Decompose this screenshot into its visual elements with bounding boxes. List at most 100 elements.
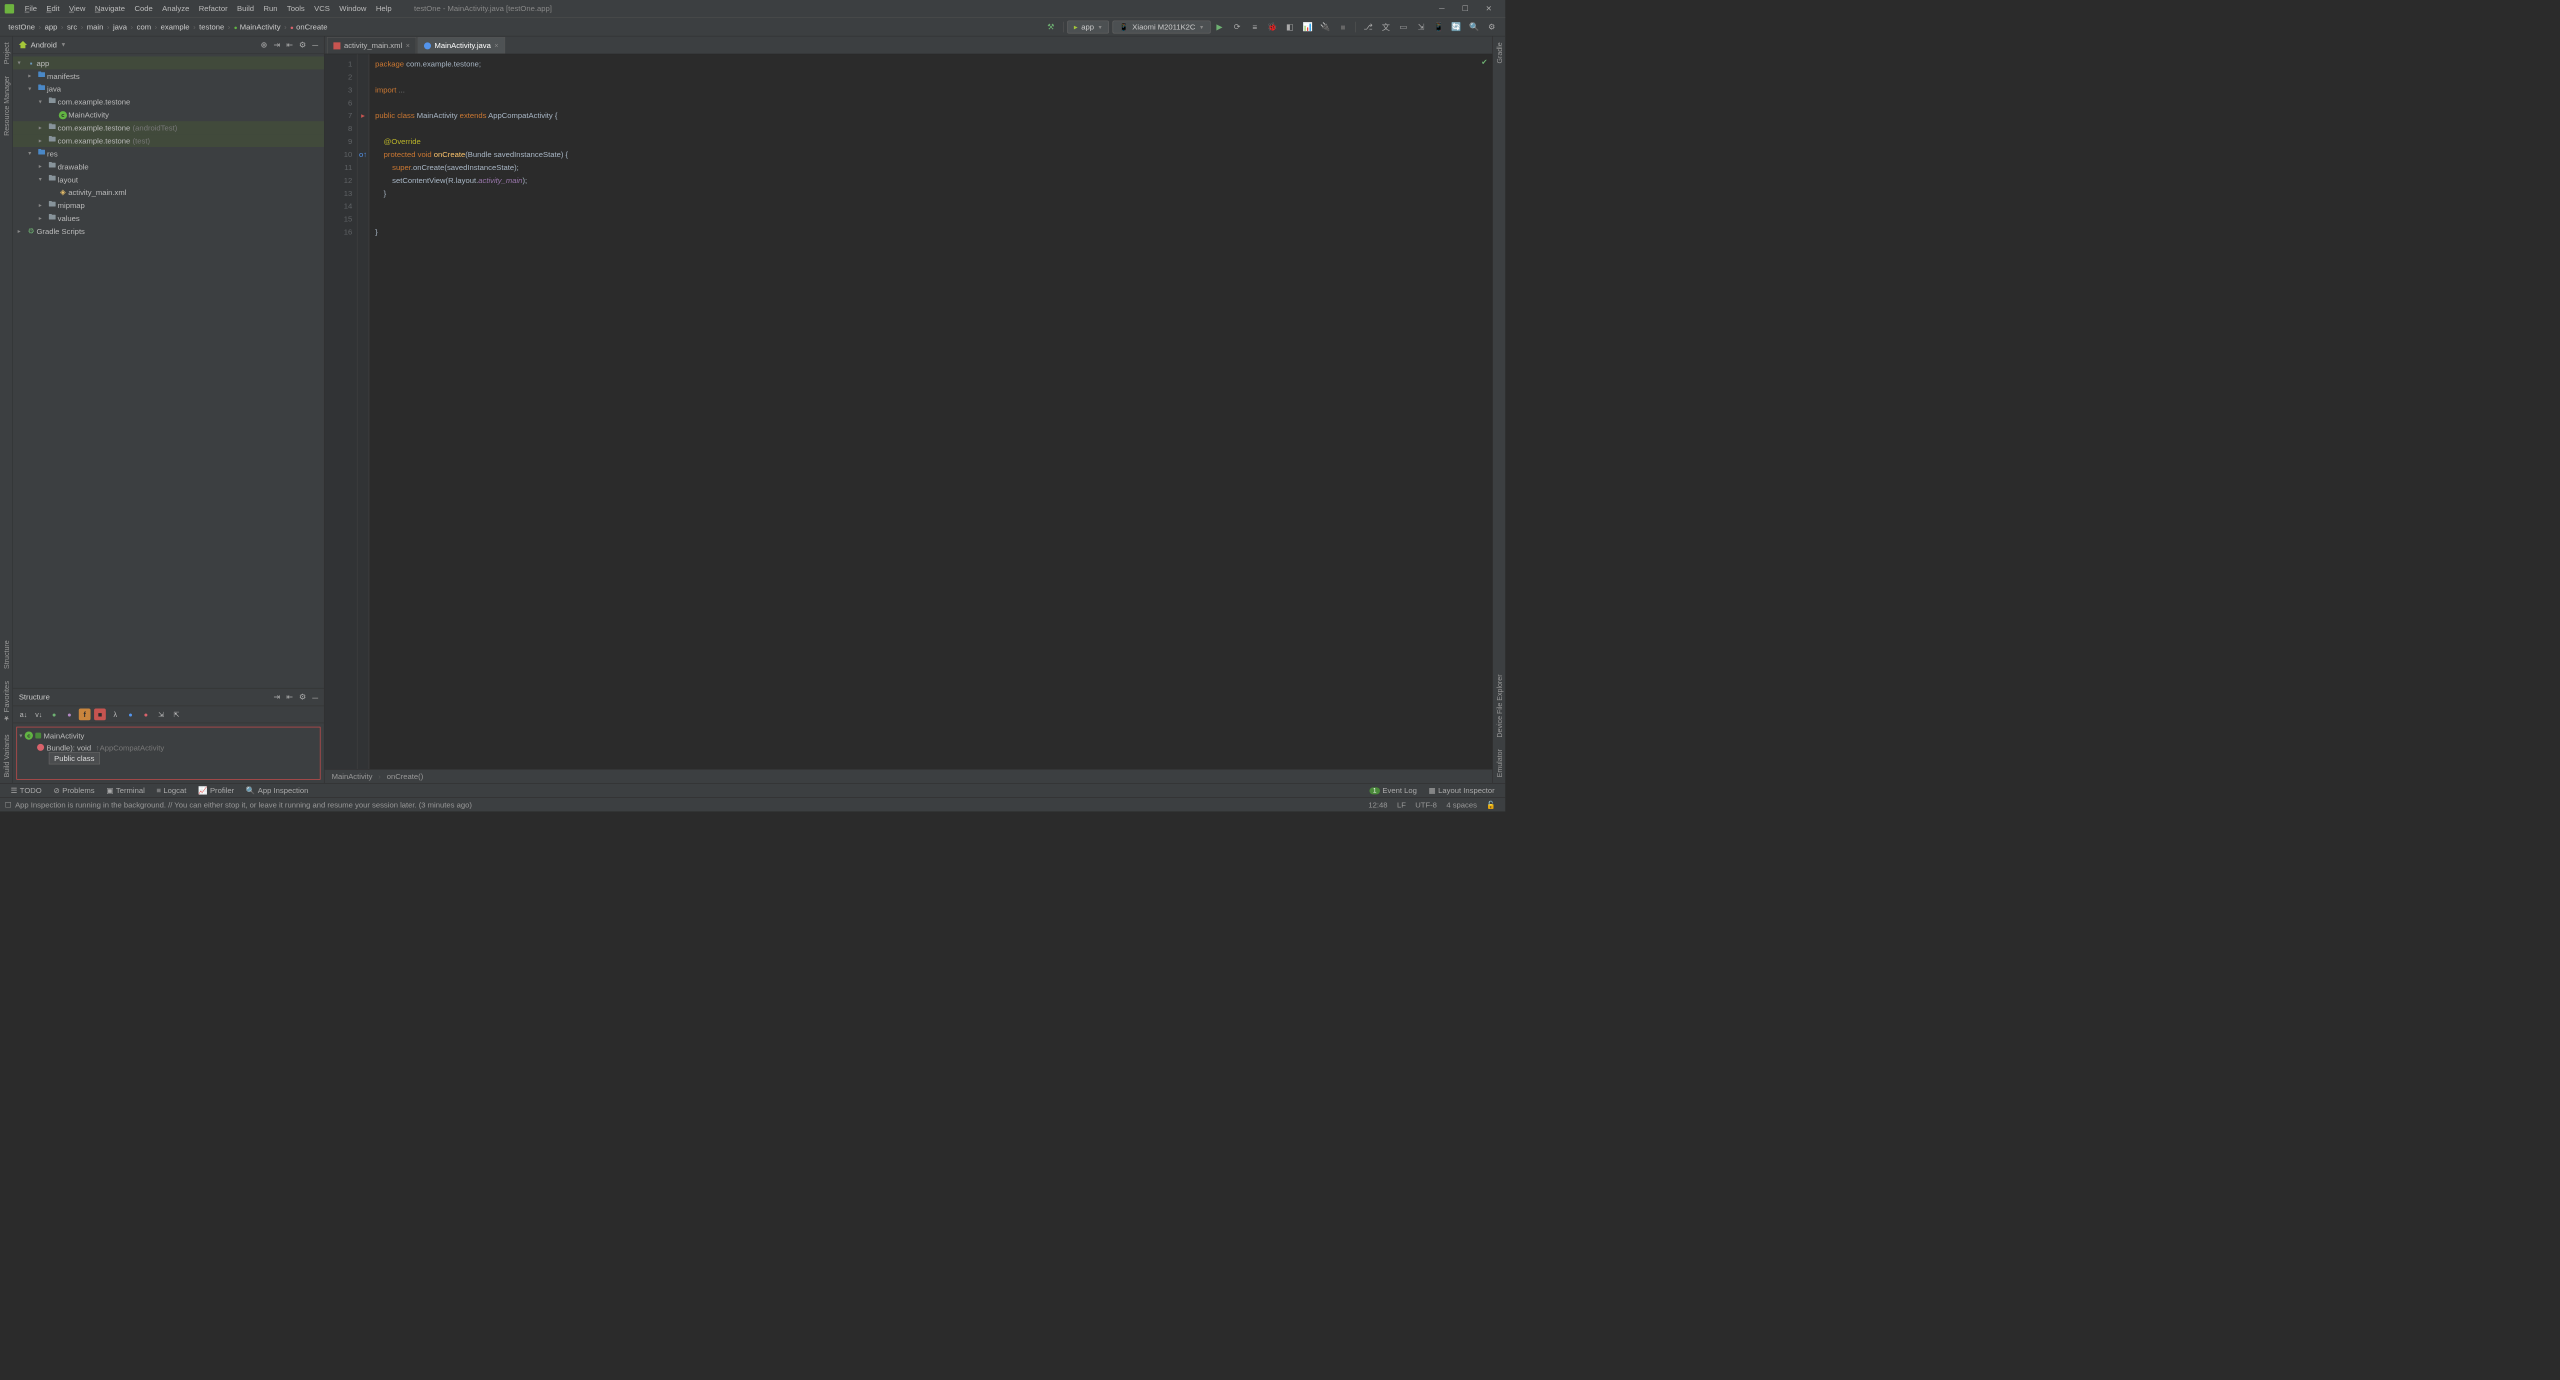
bottom-todo[interactable]: ☰ TODO	[5, 786, 48, 795]
crumb-app[interactable]: app	[41, 22, 61, 31]
device-manager-icon[interactable]: 📱	[1431, 19, 1446, 34]
tree-row[interactable]: ▸⚙Gradle Scripts	[13, 225, 324, 238]
avd-icon[interactable]: ▭	[1396, 19, 1411, 34]
search-icon[interactable]: 🔍	[1466, 19, 1481, 34]
bottom-app-inspection[interactable]: 🔍 App Inspection	[240, 786, 314, 795]
menu-file[interactable]: File	[20, 4, 42, 13]
device-selector[interactable]: 📱Xiaomi M2011K2C▼	[1113, 20, 1211, 33]
menu-help[interactable]: Help	[371, 4, 396, 13]
hide-icon[interactable]: ─	[312, 692, 318, 701]
rail-device-file-explorer[interactable]: Device File Explorer	[1494, 668, 1505, 743]
crumb-example[interactable]: example	[157, 22, 193, 31]
minimize-button[interactable]: ─	[1430, 0, 1454, 17]
autoscroll-from-icon[interactable]: ⇱	[171, 709, 183, 721]
tree-row[interactable]: ◈activity_main.xml	[13, 186, 324, 199]
code-editor[interactable]: 123678910111213141516 ▸ o↑ package com.e…	[325, 54, 1493, 769]
tree-row[interactable]: ▾🖿com.example.testone	[13, 95, 324, 108]
autoscroll-source-icon[interactable]: ⇲	[155, 709, 167, 721]
menu-vcs[interactable]: VCS	[309, 4, 334, 13]
bottom-problems[interactable]: ⊘ Problems	[48, 786, 101, 795]
show-methods-icon[interactable]: ●	[140, 709, 152, 721]
run-gutter-icon[interactable]: ▸	[358, 109, 369, 122]
rail-project[interactable]: Project	[1, 36, 12, 70]
tree-row[interactable]: ▸🖿drawable	[13, 160, 324, 173]
tab-mainactivity[interactable]: MainActivity.java×	[417, 37, 505, 53]
crumb-main[interactable]: main	[83, 22, 107, 31]
indent-info[interactable]: 4 spaces	[1442, 800, 1482, 809]
rail-resource-manager[interactable]: Resource Manager	[1, 70, 12, 142]
sort-visibility-icon[interactable]: v↓	[33, 709, 45, 721]
code-content[interactable]: package com.example.testone; import ... …	[369, 54, 1492, 769]
show-properties-icon[interactable]: ●	[64, 709, 76, 721]
expand-all-icon[interactable]: ⇥	[273, 40, 280, 50]
crumb-class[interactable]: MainActivity	[332, 772, 373, 781]
crumb-testone[interactable]: testone	[196, 22, 228, 31]
tree-row[interactable]: ▾🖿layout	[13, 173, 324, 186]
rail-build-variants[interactable]: Build Variants	[1, 728, 12, 783]
settings-icon[interactable]: ⚙	[1484, 19, 1499, 34]
tree-row[interactable]: ▸🖿com.example.testone(test)	[13, 134, 324, 147]
readonly-icon[interactable]: 🔓	[1482, 800, 1501, 809]
git-icon[interactable]: ⎇	[1361, 19, 1376, 34]
crumb-method[interactable]: onCreate()	[387, 772, 424, 781]
caret-position[interactable]: 12:48	[1364, 800, 1393, 809]
crumb-com[interactable]: com	[133, 22, 154, 31]
menu-window[interactable]: Window	[335, 4, 372, 13]
tree-row[interactable]: ▾🖿res	[13, 147, 324, 160]
project-tree[interactable]: ▾▪app▸🖿manifests▾🖿java▾🖿com.example.test…	[13, 54, 324, 688]
structure-class-row[interactable]: ▾ c MainActivity	[19, 730, 317, 742]
menu-edit[interactable]: Edit	[42, 4, 65, 13]
attach-debugger-icon[interactable]: 🔌	[1318, 19, 1333, 34]
tree-row[interactable]: ▸🖿values	[13, 212, 324, 225]
show-anonymous-icon[interactable]: λ	[109, 709, 121, 721]
close-button[interactable]: ✕	[1477, 0, 1501, 17]
status-message[interactable]: ☐ App Inspection is running in the backg…	[5, 800, 1364, 809]
collapse-icon[interactable]: ⇤	[286, 692, 293, 702]
profiler-icon[interactable]: 📊	[1300, 19, 1315, 34]
tree-row[interactable]: ▸🖿mipmap	[13, 199, 324, 212]
apply-code-icon[interactable]: ≡	[1247, 19, 1262, 34]
gear-icon[interactable]: ⚙	[299, 692, 306, 702]
menu-build[interactable]: Build	[232, 4, 258, 13]
line-gutter[interactable]: 123678910111213141516	[325, 54, 358, 769]
locate-icon[interactable]: ⊕	[261, 40, 268, 50]
bottom-terminal[interactable]: ▣ Terminal	[100, 786, 150, 795]
sync-icon[interactable]: 🔄	[1449, 19, 1464, 34]
bottom-layout-inspector[interactable]: ▦ Layout Inspector	[1423, 786, 1501, 795]
crumb-java[interactable]: java	[109, 22, 130, 31]
bottom-event-log[interactable]: 1 Event Log	[1364, 786, 1423, 795]
gear-icon[interactable]: ⚙	[299, 40, 306, 50]
show-lambda-icon[interactable]: ●	[125, 709, 137, 721]
close-icon[interactable]: ×	[406, 41, 410, 49]
run-icon[interactable]: ▶	[1212, 19, 1227, 34]
maximize-button[interactable]: ☐	[1454, 0, 1478, 17]
rail-emulator[interactable]: Emulator	[1494, 743, 1505, 783]
stop-icon[interactable]: ■	[1335, 19, 1350, 34]
tab-activity-main[interactable]: activity_main.xml×	[327, 37, 416, 53]
tree-row[interactable]: cMainActivity	[13, 108, 324, 121]
override-gutter-icon[interactable]: o↑	[358, 148, 369, 161]
bottom-profiler[interactable]: 📈 Profiler	[192, 786, 240, 795]
inspection-ok-icon[interactable]: ✔	[1481, 58, 1487, 67]
hide-icon[interactable]: ─	[312, 40, 318, 49]
rail-structure[interactable]: Structure	[1, 635, 12, 675]
bottom-logcat[interactable]: ≡ Logcat	[151, 786, 193, 795]
crumb-project[interactable]: testOne	[5, 22, 39, 31]
sdk-icon[interactable]: ⇲	[1414, 19, 1429, 34]
collapse-all-icon[interactable]: ⇤	[286, 40, 293, 50]
rail-favorites[interactable]: ★ Favorites	[1, 675, 12, 728]
menu-navigate[interactable]: Navigate	[90, 4, 130, 13]
menu-refactor[interactable]: Refactor	[194, 4, 232, 13]
sort-alpha-icon[interactable]: a↓	[18, 709, 30, 721]
tree-row[interactable]: ▾🖿java	[13, 82, 324, 95]
close-icon[interactable]: ×	[494, 41, 498, 49]
crumb-class[interactable]: MainActivity	[230, 22, 284, 31]
show-non-public-icon[interactable]: ■	[94, 709, 106, 721]
file-encoding[interactable]: UTF-8	[1411, 800, 1442, 809]
menu-code[interactable]: Code	[130, 4, 158, 13]
crumb-src[interactable]: src	[63, 22, 80, 31]
debug-icon[interactable]: 🐞	[1265, 19, 1280, 34]
line-separator[interactable]: LF	[1392, 800, 1410, 809]
hammer-icon[interactable]: ⚒	[1043, 19, 1058, 34]
run-config-selector[interactable]: ▸app▼	[1067, 20, 1109, 33]
